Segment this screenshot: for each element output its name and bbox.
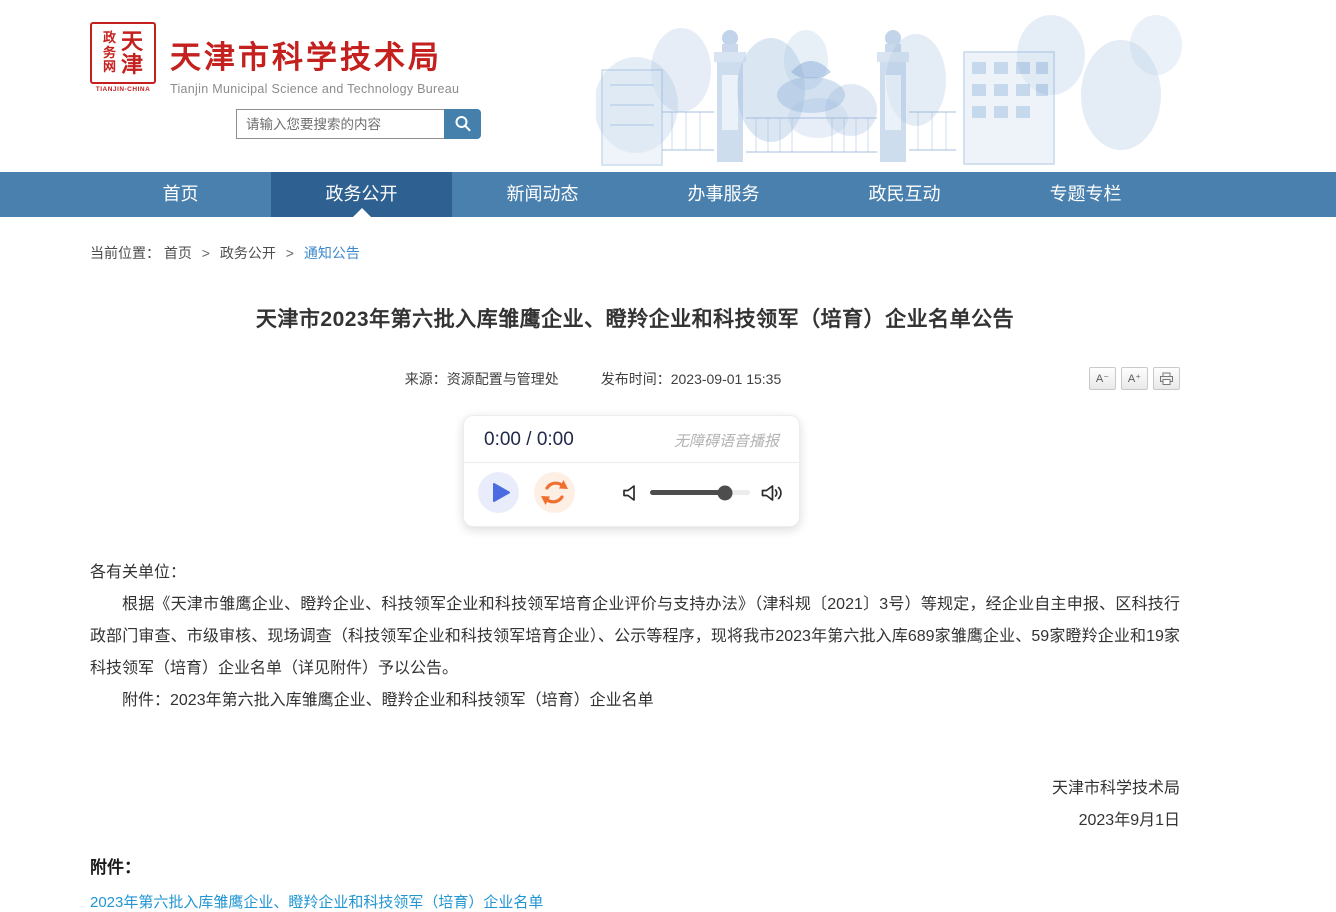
signature-date: 2023年9月1日 — [90, 805, 1180, 837]
tianjin-seal-logo: 政务网 天津 TIANJIN-CHINA — [90, 22, 156, 93]
breadcrumb-item-home[interactable]: 首页 — [164, 245, 192, 261]
article-tools: A⁻ A⁺ — [1089, 367, 1180, 390]
print-button[interactable] — [1153, 367, 1180, 390]
site-header: 政务网 天津 TIANJIN-CHINA 天津市科学技术局 Tianjin Mu… — [0, 0, 1336, 172]
main-paragraph: 根据《天津市雏鹰企业、瞪羚企业、科技领军企业和科技领军培育企业评价与支持办法》（… — [90, 589, 1180, 685]
breadcrumb-item-notices[interactable]: 通知公告 — [304, 245, 360, 261]
source-label: 来源： — [405, 371, 447, 387]
breadcrumb: 当前位置： 首页 > 政务公开 > 通知公告 — [90, 217, 1180, 263]
nav-item-special-topics[interactable]: 专题专栏 — [995, 172, 1176, 217]
seal-caption: TIANJIN-CHINA — [90, 86, 156, 93]
header-watercolor-building-art — [596, 0, 1182, 168]
search-button[interactable] — [444, 109, 481, 139]
play-icon — [478, 472, 519, 513]
volume-slider-thumb[interactable] — [718, 485, 733, 500]
search-input[interactable] — [236, 109, 444, 139]
breadcrumb-separator: > — [286, 245, 294, 261]
site-logo[interactable]: 政务网 天津 TIANJIN-CHINA 天津市科学技术局 Tianjin Mu… — [90, 22, 459, 96]
volume-up-icon[interactable] — [761, 484, 784, 502]
loop-button[interactable] — [534, 472, 575, 513]
seal-right-characters: 天津 — [120, 30, 144, 76]
article-meta-row: 来源：资源配置与管理处 发布时间：2023-09-01 15:35 A⁻ A⁺ — [90, 369, 1180, 395]
loop-icon — [534, 472, 575, 513]
main-navigation: 首页 政务公开 新闻动态 办事服务 政民互动 专题专栏 — [0, 172, 1336, 217]
font-decrease-button[interactable]: A⁻ — [1089, 367, 1116, 390]
attachment-note-paragraph: 附件：2023年第六批入库雏鹰企业、瞪羚企业和科技领军（培育）企业名单 — [90, 685, 1180, 717]
font-increase-button[interactable]: A⁺ — [1121, 367, 1148, 390]
site-subtitle-english: Tianjin Municipal Science and Technology… — [170, 82, 459, 96]
article-title: 天津市2023年第六批入库雏鹰企业、瞪羚企业和科技领军（培育）企业名单公告 — [90, 303, 1180, 333]
search-bar — [236, 109, 481, 139]
play-button[interactable] — [478, 472, 519, 513]
attachment-download-link[interactable]: 2023年第六批入库雏鹰企业、瞪羚企业和科技领军（培育）企业名单 — [90, 891, 543, 912]
audio-time-display: 0:00 / 0:00 — [484, 429, 574, 451]
source-value: 资源配置与管理处 — [447, 371, 559, 387]
volume-slider[interactable] — [650, 490, 750, 495]
publish-time-value: 2023-09-01 15:35 — [671, 371, 782, 387]
site-title: 天津市科学技术局 — [170, 32, 459, 77]
nav-item-gov-disclosure[interactable]: 政务公开 — [271, 172, 452, 217]
audio-reader-widget: 0:00 / 0:00 无障碍语音播报 — [463, 415, 800, 527]
audio-caption: 无障碍语音播报 — [674, 430, 779, 451]
nav-item-news[interactable]: 新闻动态 — [452, 172, 633, 217]
breadcrumb-item-gov-disclosure[interactable]: 政务公开 — [220, 245, 276, 261]
main-content: 当前位置： 首页 > 政务公开 > 通知公告 天津市2023年第六批入库雏鹰企业… — [90, 217, 1180, 912]
publish-time-label: 发布时间： — [601, 371, 671, 387]
printer-icon — [1159, 372, 1174, 386]
seal-left-characters: 政务网 — [102, 31, 117, 76]
breadcrumb-label: 当前位置： — [90, 245, 160, 261]
search-icon — [453, 114, 473, 134]
attachment-heading: 附件： — [90, 853, 1180, 878]
volume-mute-icon[interactable] — [622, 484, 639, 502]
signature-organization: 天津市科学技术局 — [90, 773, 1180, 805]
volume-slider-fill — [650, 490, 725, 495]
nav-item-services[interactable]: 办事服务 — [633, 172, 814, 217]
breadcrumb-separator: > — [202, 245, 210, 261]
article-body: 各有关单位： 根据《天津市雏鹰企业、瞪羚企业、科技领军企业和科技领军培育企业评价… — [90, 557, 1180, 717]
article-signature: 天津市科学技术局 2023年9月1日 — [90, 773, 1180, 837]
attachment-section: 附件： 2023年第六批入库雏鹰企业、瞪羚企业和科技领军（培育）企业名单 — [90, 853, 1180, 912]
nav-item-home[interactable]: 首页 — [90, 172, 271, 217]
nav-item-interaction[interactable]: 政民互动 — [814, 172, 995, 217]
volume-controls — [622, 484, 784, 502]
salutation-paragraph: 各有关单位： — [90, 557, 1180, 589]
